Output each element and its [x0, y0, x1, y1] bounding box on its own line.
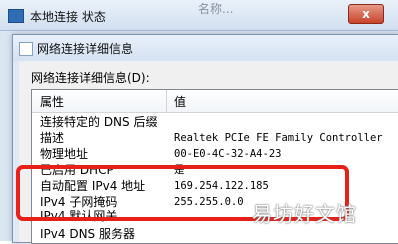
row-property: 物理地址	[40, 147, 89, 161]
watermark: 易坊好文馆	[252, 202, 357, 226]
row-property: IPv4 DNS 服务器	[40, 227, 135, 241]
list-row[interactable]: 物理地址 00-E0-4C-32-A4-23	[32, 146, 398, 162]
close-icon: x	[362, 7, 370, 21]
list-header: 属性 值	[32, 90, 398, 113]
dialog-icon	[19, 42, 33, 56]
dialog-titlebar[interactable]: 网络连接详细信息	[13, 35, 398, 61]
list-row[interactable]: 连接特定的 DNS 后缀	[32, 114, 398, 130]
row-property: 连接特定的 DNS 后缀	[40, 115, 158, 129]
section-label: 网络连接详细信息(D):	[31, 71, 150, 85]
column-header-property[interactable]: 属性	[40, 93, 64, 110]
row-value: 00-E0-4C-32-A4-23	[174, 148, 282, 160]
network-icon	[8, 9, 24, 23]
column-header-value[interactable]: 值	[174, 93, 186, 110]
list-row[interactable]: IPv4 DNS 服务器	[32, 226, 398, 242]
background-ghost-text: 名称...	[198, 2, 234, 16]
background-titlebar: 本地连接 状态 名称... x	[0, 0, 398, 31]
row-property: 描述	[40, 131, 65, 145]
dialog-title: 网络连接详细信息	[37, 42, 134, 56]
background-window-title: 本地连接 状态	[30, 10, 106, 24]
row-value: Realtek PCIe FE Family Controller	[174, 132, 383, 144]
list-row[interactable]: 描述 Realtek PCIe FE Family Controller	[32, 130, 398, 146]
column-divider[interactable]	[166, 90, 167, 112]
close-button[interactable]: x	[348, 4, 384, 24]
